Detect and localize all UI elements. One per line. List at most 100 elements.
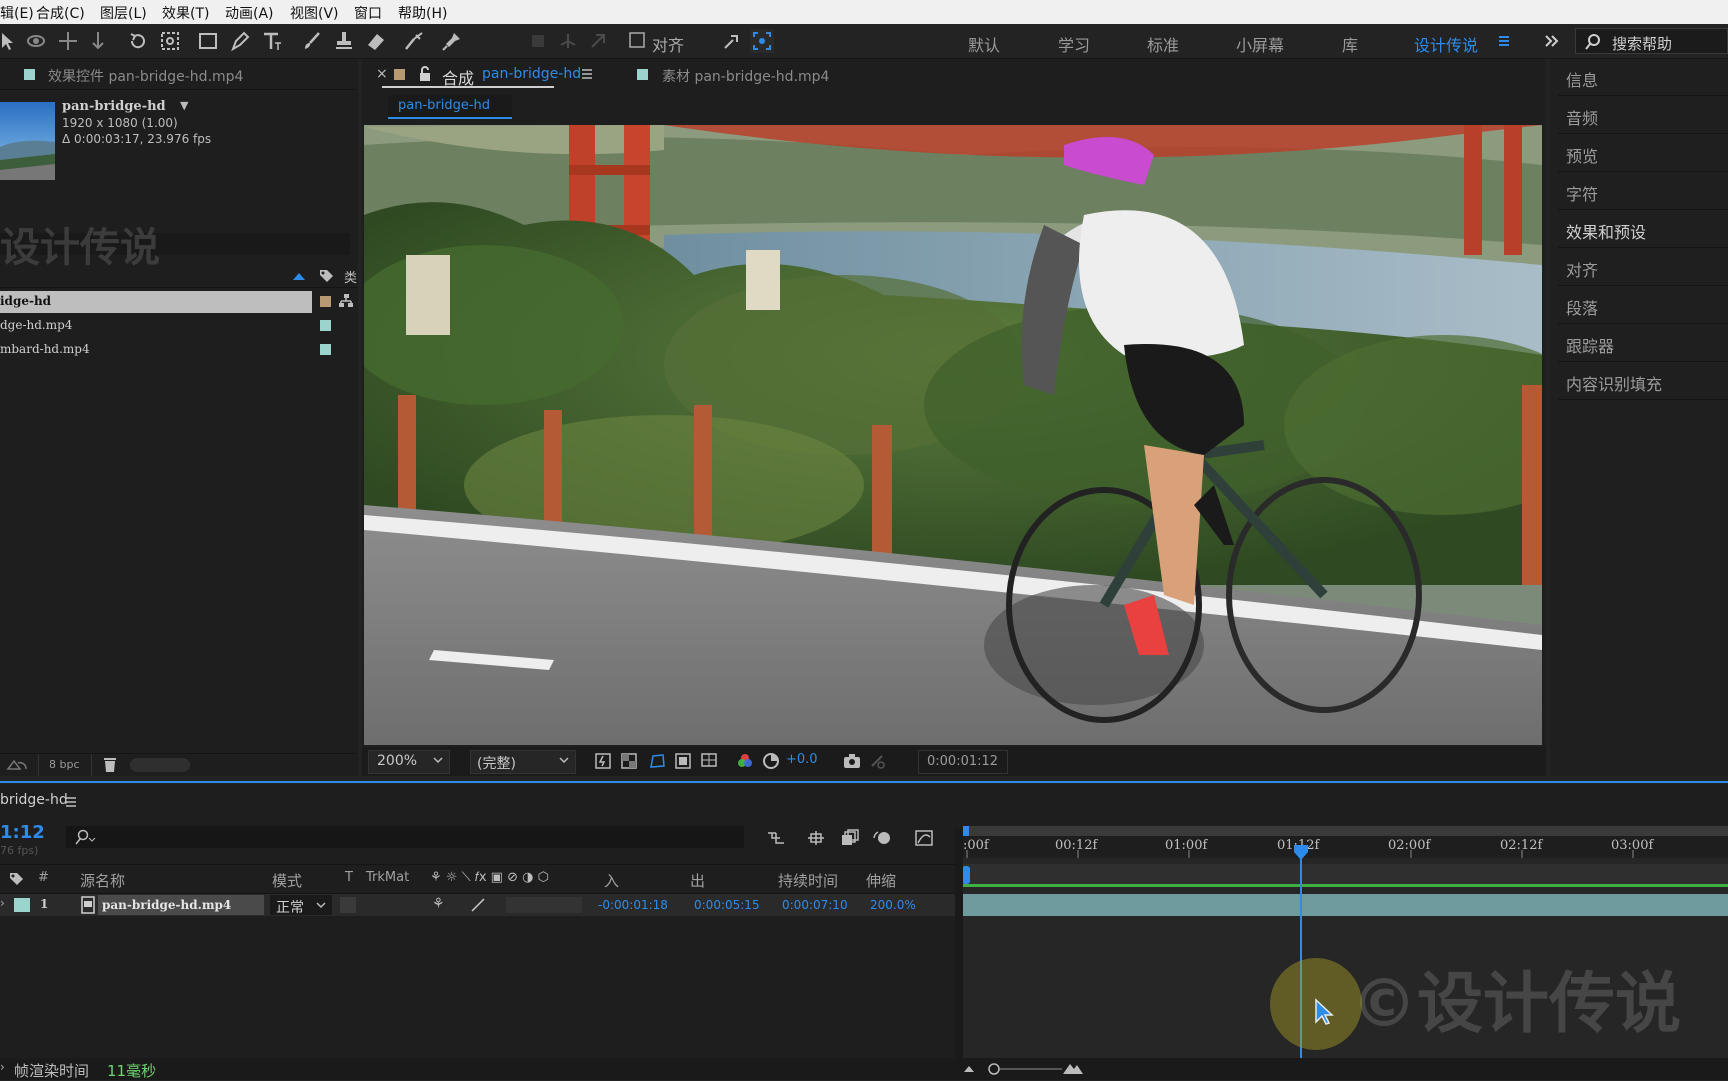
interpret-footage-icon[interactable] <box>6 757 28 773</box>
menu-edit[interactable]: 辑(E) <box>0 3 34 23</box>
panel-content-aware-fill[interactable]: 内容识别填充 <box>1558 363 1728 400</box>
close-tab-button[interactable]: × <box>376 66 388 82</box>
panel-menu-icon[interactable] <box>64 795 78 809</box>
panel-paragraph[interactable]: 段落 <box>1558 287 1728 324</box>
panel-audio[interactable]: 音频 <box>1558 97 1728 134</box>
snap-checkbox[interactable] <box>628 31 646 49</box>
graph-editor-icon[interactable] <box>914 829 934 847</box>
more-workspaces-icon[interactable] <box>1540 29 1564 53</box>
quality-switch-icon[interactable] <box>470 898 486 912</box>
orbit-tool-icon[interactable] <box>24 29 48 53</box>
menu-view[interactable]: 视图(V) <box>290 3 339 23</box>
reset-exposure-icon[interactable] <box>762 752 780 770</box>
fast-previews-icon[interactable] <box>594 752 612 770</box>
show-snapshot-icon[interactable] <box>868 752 886 770</box>
preserve-transparency-toggle[interactable] <box>340 897 356 913</box>
composition-breadcrumb[interactable]: pan-bridge-hd <box>388 95 512 119</box>
menu-layer[interactable]: 图层(L) <box>100 3 147 23</box>
workspace-menu-icon[interactable] <box>1492 29 1516 53</box>
footage-tab[interactable]: 素材 pan-bridge-hd.mp4 <box>662 66 829 86</box>
snapshot-camera-icon[interactable] <box>842 752 862 770</box>
thumbnail-size-slider[interactable] <box>130 758 190 772</box>
shy-switch-icon[interactable]: ⚘ <box>432 896 445 912</box>
lock-icon[interactable] <box>418 66 432 82</box>
panel-character[interactable]: 字符 <box>1558 173 1728 210</box>
grid-guides-icon[interactable] <box>700 752 718 770</box>
selection-tool-icon[interactable] <box>0 29 18 53</box>
zoom-in-icon[interactable] <box>1062 1061 1084 1075</box>
menu-composition[interactable]: 合成(C) <box>36 3 85 23</box>
snap-options-icon[interactable] <box>720 29 744 53</box>
draft-3d-icon[interactable] <box>806 829 826 847</box>
rotate-tool-icon[interactable] <box>126 29 150 53</box>
menu-window[interactable]: 窗口 <box>354 3 382 23</box>
layer-name-field[interactable]: pan-bridge-hd.mp4 <box>98 895 264 915</box>
layer-duration[interactable]: 0:00:07:10 <box>782 898 848 912</box>
zoom-dropdown[interactable]: 200% <box>368 750 450 774</box>
column-source-name[interactable]: 源名称 <box>80 870 125 891</box>
channel-rgb-icon[interactable] <box>736 752 754 770</box>
motion-blur-icon[interactable] <box>872 829 892 847</box>
layer-out-point[interactable]: 0:00:05:15 <box>694 898 760 912</box>
anchor-point-tool-icon[interactable] <box>158 29 182 53</box>
panel-info[interactable]: 信息 <box>1558 59 1728 96</box>
menu-help[interactable]: 帮助(H) <box>398 3 447 23</box>
local-axis-mode-icon[interactable] <box>526 29 550 53</box>
composition-video-frame[interactable] <box>364 125 1542 745</box>
project-row[interactable]: dge-hd.mp4 <box>0 315 358 337</box>
eraser-tool-icon[interactable] <box>364 29 388 53</box>
puppet-pin-tool-icon[interactable] <box>440 29 464 53</box>
frame-blending-icon[interactable] <box>840 829 860 847</box>
current-time-indicator-handle[interactable] <box>1293 844 1309 862</box>
layer-in-point[interactable]: -0:00:01:18 <box>598 898 668 912</box>
panel-effects-presets[interactable]: 效果和预设 <box>1558 211 1728 248</box>
mask-visibility-icon[interactable] <box>648 752 666 770</box>
menu-effect[interactable]: 效果(T) <box>162 3 209 23</box>
composition-start-marker[interactable] <box>963 866 970 884</box>
view-axis-mode-icon[interactable] <box>586 29 610 53</box>
expand-arrow-icon[interactable]: › <box>0 896 5 910</box>
workspace-libraries[interactable]: 库 <box>1342 32 1358 56</box>
trash-icon[interactable] <box>102 756 118 774</box>
brush-tool-icon[interactable] <box>300 29 324 53</box>
timeline-zoom-slider[interactable] <box>984 1062 1064 1076</box>
dolly-tool-icon[interactable] <box>86 29 110 53</box>
zoom-out-icon[interactable] <box>962 1062 976 1074</box>
snap-features-icon[interactable] <box>750 29 774 53</box>
expand-arrow-icon[interactable]: › <box>0 1060 5 1074</box>
workspace-learn[interactable]: 学习 <box>1058 32 1090 56</box>
effects-controls-tab[interactable]: 效果控件 pan-bridge-hd.mp4 <box>48 66 243 86</box>
current-time-display[interactable]: 0:00:01:12 <box>918 750 1008 774</box>
label-tag-icon[interactable] <box>318 268 334 284</box>
workspace-standard[interactable]: 标准 <box>1147 32 1179 56</box>
region-of-interest-icon[interactable] <box>674 752 692 770</box>
project-row[interactable]: idge-hd <box>0 291 312 313</box>
world-axis-mode-icon[interactable] <box>556 29 580 53</box>
workspace-design-legend[interactable]: 设计传说 <box>1414 32 1478 56</box>
dropdown-arrow-icon[interactable]: ▼ <box>180 99 188 112</box>
label-color-swatch[interactable] <box>14 898 30 912</box>
layer-stretch[interactable]: 200.0% <box>870 898 916 912</box>
timeline-layer-row[interactable]: › 1 pan-bridge-hd.mp4 正常 ⚘ -0:00:01:18 0… <box>0 894 955 916</box>
menu-animation[interactable]: 动画(A) <box>225 3 274 23</box>
layer-search-input[interactable] <box>66 826 744 848</box>
timeline-current-time[interactable]: 1:12 <box>0 822 45 843</box>
project-row[interactable]: mbard-hd.mp4 <box>0 339 358 361</box>
timeline-divider[interactable] <box>955 828 963 1061</box>
resolution-dropdown[interactable]: (完整) <box>470 750 576 774</box>
blend-mode-dropdown[interactable]: 正常 <box>270 895 332 916</box>
panel-tracker[interactable]: 跟踪器 <box>1558 325 1728 362</box>
workspace-small-screen[interactable]: 小屏幕 <box>1236 32 1284 56</box>
panel-menu-icon[interactable] <box>580 67 594 81</box>
exposure-value[interactable]: +0.0 <box>786 752 818 767</box>
panel-preview[interactable]: 预览 <box>1558 135 1728 172</box>
time-graph[interactable]: :00f 00:12f 01:00f 01:12f 02:00f 02:12f … <box>963 826 1728 1061</box>
bpc-toggle[interactable]: 8 bpc <box>38 754 92 776</box>
time-ruler[interactable]: :00f 00:12f 01:00f 01:12f 02:00f 02:12f … <box>963 836 1728 858</box>
transparency-grid-icon[interactable] <box>620 752 638 770</box>
type-tool-icon[interactable] <box>260 29 284 53</box>
composition-tab-name[interactable]: pan-bridge-hd <box>482 66 581 82</box>
composition-mini-flowchart-icon[interactable] <box>766 829 786 847</box>
sort-arrow-icon[interactable] <box>292 271 306 281</box>
work-area-bar[interactable] <box>963 826 1728 836</box>
